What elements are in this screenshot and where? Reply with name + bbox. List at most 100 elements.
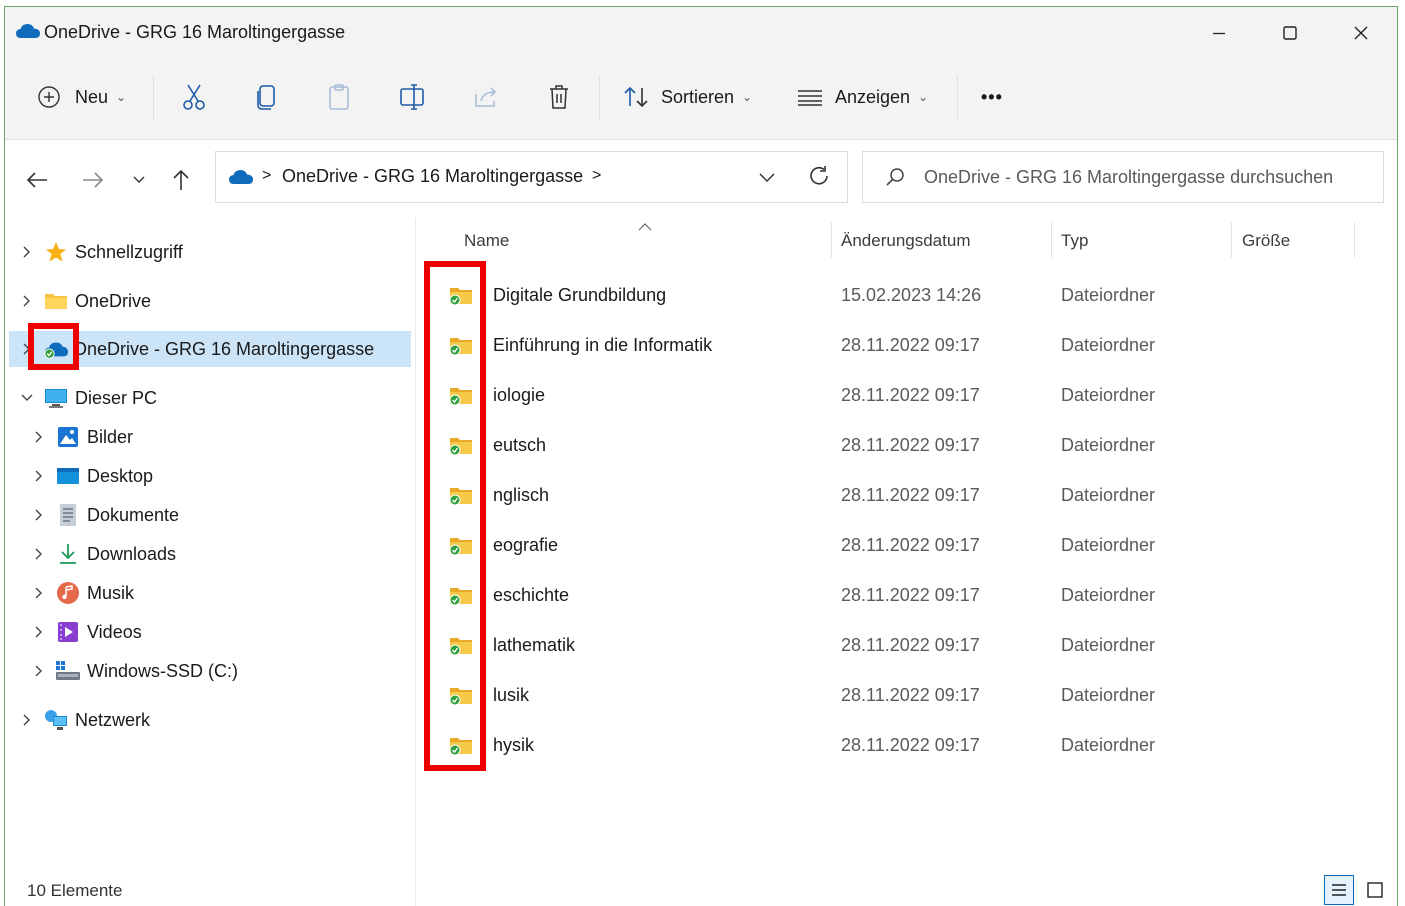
status-item-count: 10 Elemente <box>27 881 123 900</box>
up-button[interactable] <box>165 164 197 196</box>
column-header-type[interactable]: Typ <box>1061 231 1088 251</box>
sidebar-item-videos[interactable]: Videos <box>29 614 142 650</box>
column-divider[interactable] <box>1051 222 1052 258</box>
file-type: Dateiordner <box>1061 435 1156 455</box>
chevron-right-icon[interactable] <box>29 626 49 638</box>
file-date: 28.11.2022 09:17 <box>841 735 980 755</box>
chevron-right-icon[interactable] <box>29 587 49 599</box>
toolbar-divider <box>153 75 154 119</box>
arrow-up-icon <box>173 169 189 190</box>
breadcrumb-separator: > <box>592 167 602 184</box>
sidebar-item-label: Desktop <box>87 465 154 486</box>
sidebar-item-label: Downloads <box>87 543 177 564</box>
file-name: iologie <box>493 385 546 405</box>
minimize-button[interactable] <box>1189 15 1249 51</box>
column-header-date[interactable]: Änderungsdatum <box>841 231 970 251</box>
refresh-button[interactable] <box>808 165 830 192</box>
chevron-down-icon <box>133 176 145 183</box>
table-row[interactable]: Einführung in die Informatik 28.11.2022 0… <box>436 321 1366 371</box>
sidebar-item-desktop[interactable]: Desktop <box>29 458 153 494</box>
breadcrumb-separator: > <box>262 167 272 184</box>
view-button[interactable]: Anzeigen ⌄ <box>797 79 928 115</box>
folder-icon <box>43 289 69 313</box>
sidebar-item-downloads[interactable]: Downloads <box>29 536 176 572</box>
chevron-up-icon <box>638 223 652 231</box>
rename-button[interactable] <box>399 79 427 115</box>
recent-locations-button[interactable] <box>123 164 155 196</box>
chevron-right-icon[interactable] <box>17 714 37 726</box>
table-row[interactable]: iologie 28.11.2022 09:17 Dateiordner <box>436 371 1366 421</box>
chevron-right-icon[interactable] <box>17 295 37 307</box>
delete-button[interactable] <box>547 79 571 115</box>
table-row[interactable]: lusik 28.11.2022 09:17 Dateiordner <box>436 671 1366 721</box>
chevron-right-icon[interactable] <box>29 548 49 560</box>
chevron-down-icon: ⌄ <box>116 90 127 104</box>
table-row[interactable]: eutsch 28.11.2022 09:17 Dateiordner <box>436 421 1366 471</box>
highlight-box-sidebar-sync-icon <box>28 323 79 370</box>
back-button[interactable] <box>21 164 53 196</box>
sidebar-item-onedrive[interactable]: OneDrive <box>17 283 151 319</box>
music-icon <box>55 581 81 605</box>
new-button[interactable]: Neu ⌄ <box>37 79 126 115</box>
column-divider[interactable] <box>1354 222 1355 258</box>
file-name: Einführung in die Informatik <box>493 335 713 355</box>
title-bar: OneDrive - GRG 16 Maroltingergasse <box>5 7 1397 59</box>
chevron-right-icon[interactable] <box>29 431 49 443</box>
file-type: Dateiordner <box>1061 535 1156 555</box>
table-row[interactable]: hysik 28.11.2022 09:17 Dateiordner <box>436 721 1366 771</box>
cut-button[interactable] <box>181 79 207 115</box>
column-divider[interactable] <box>1231 222 1232 258</box>
view-label: Anzeigen <box>835 86 911 107</box>
sort-button[interactable]: Sortieren ⌄ <box>623 79 752 115</box>
file-type: Dateiordner <box>1061 485 1156 505</box>
chevron-right-icon[interactable] <box>17 246 37 258</box>
cloud-icon <box>228 168 254 191</box>
paste-button[interactable] <box>327 79 351 115</box>
share-button[interactable] <box>473 79 501 115</box>
chevron-down-icon[interactable] <box>17 394 37 402</box>
close-button[interactable] <box>1331 15 1391 51</box>
table-row[interactable]: eografie 28.11.2022 09:17 Dateiordner <box>436 521 1366 571</box>
file-name: eutsch <box>493 435 547 455</box>
sidebar-item-pictures[interactable]: Bilder <box>29 419 133 455</box>
sidebar-item-windows-ssd[interactable]: Windows-SSD (C:) <box>29 653 238 689</box>
sidebar-item-documents[interactable]: Dokumente <box>29 497 179 533</box>
column-header-name[interactable]: Name <box>464 231 509 251</box>
chevron-right-icon[interactable] <box>29 665 49 677</box>
breadcrumb-current[interactable]: OneDrive - GRG 16 Maroltingergasse <box>282 166 583 187</box>
navigation-pane: Schnellzugriff OneDrive OneDrive - GRG 1… <box>5 218 416 906</box>
sort-label: Sortieren <box>661 86 735 107</box>
table-row[interactable]: lathematik 28.11.2022 09:17 Dateiordner <box>436 621 1366 671</box>
forward-button[interactable] <box>77 164 109 196</box>
file-date: 28.11.2022 09:17 <box>841 435 980 455</box>
chevron-right-icon[interactable] <box>29 470 49 482</box>
address-dropdown-button[interactable] <box>759 170 775 188</box>
sidebar-item-label: Windows-SSD (C:) <box>87 660 239 681</box>
more-options-button[interactable]: ••• <box>981 79 1003 115</box>
address-bar[interactable]: > OneDrive - GRG 16 Maroltingergasse > <box>215 151 848 203</box>
sidebar-item-quick-access[interactable]: Schnellzugriff <box>17 234 183 270</box>
column-header-size[interactable]: Größe <box>1242 231 1290 251</box>
minimize-icon <box>1213 32 1225 35</box>
maximize-button[interactable] <box>1260 15 1320 51</box>
sidebar-item-network[interactable]: Netzwerk <box>17 702 150 738</box>
sidebar-item-this-pc[interactable]: Dieser PC <box>17 380 157 416</box>
list-view-icon <box>798 90 822 106</box>
file-name: lathematik <box>493 635 576 655</box>
chevron-right-icon[interactable] <box>29 509 49 521</box>
table-row[interactable]: nglisch 28.11.2022 09:17 Dateiordner <box>436 471 1366 521</box>
maximize-icon <box>1283 26 1297 40</box>
copy-button[interactable] <box>255 79 279 115</box>
navigation-row: > OneDrive - GRG 16 Maroltingergasse > O… <box>5 140 1397 218</box>
table-row[interactable]: eschichte 28.11.2022 09:17 Dateiordner <box>436 571 1366 621</box>
arrow-left-icon <box>26 172 47 188</box>
sort-icon <box>624 86 648 108</box>
table-row[interactable]: Digitale Grundbildung 15.02.2023 14:26 Dat… <box>436 271 1366 321</box>
window-title: OneDrive - GRG 16 Maroltingergasse <box>44 22 346 42</box>
sidebar-item-music[interactable]: Musik <box>29 575 134 611</box>
file-date: 28.11.2022 09:17 <box>841 685 980 705</box>
file-name: eschichte <box>493 585 570 605</box>
toolbar-divider <box>599 75 600 119</box>
column-divider[interactable] <box>831 222 832 258</box>
search-box[interactable]: OneDrive - GRG 16 Maroltingergasse durch… <box>862 151 1384 203</box>
